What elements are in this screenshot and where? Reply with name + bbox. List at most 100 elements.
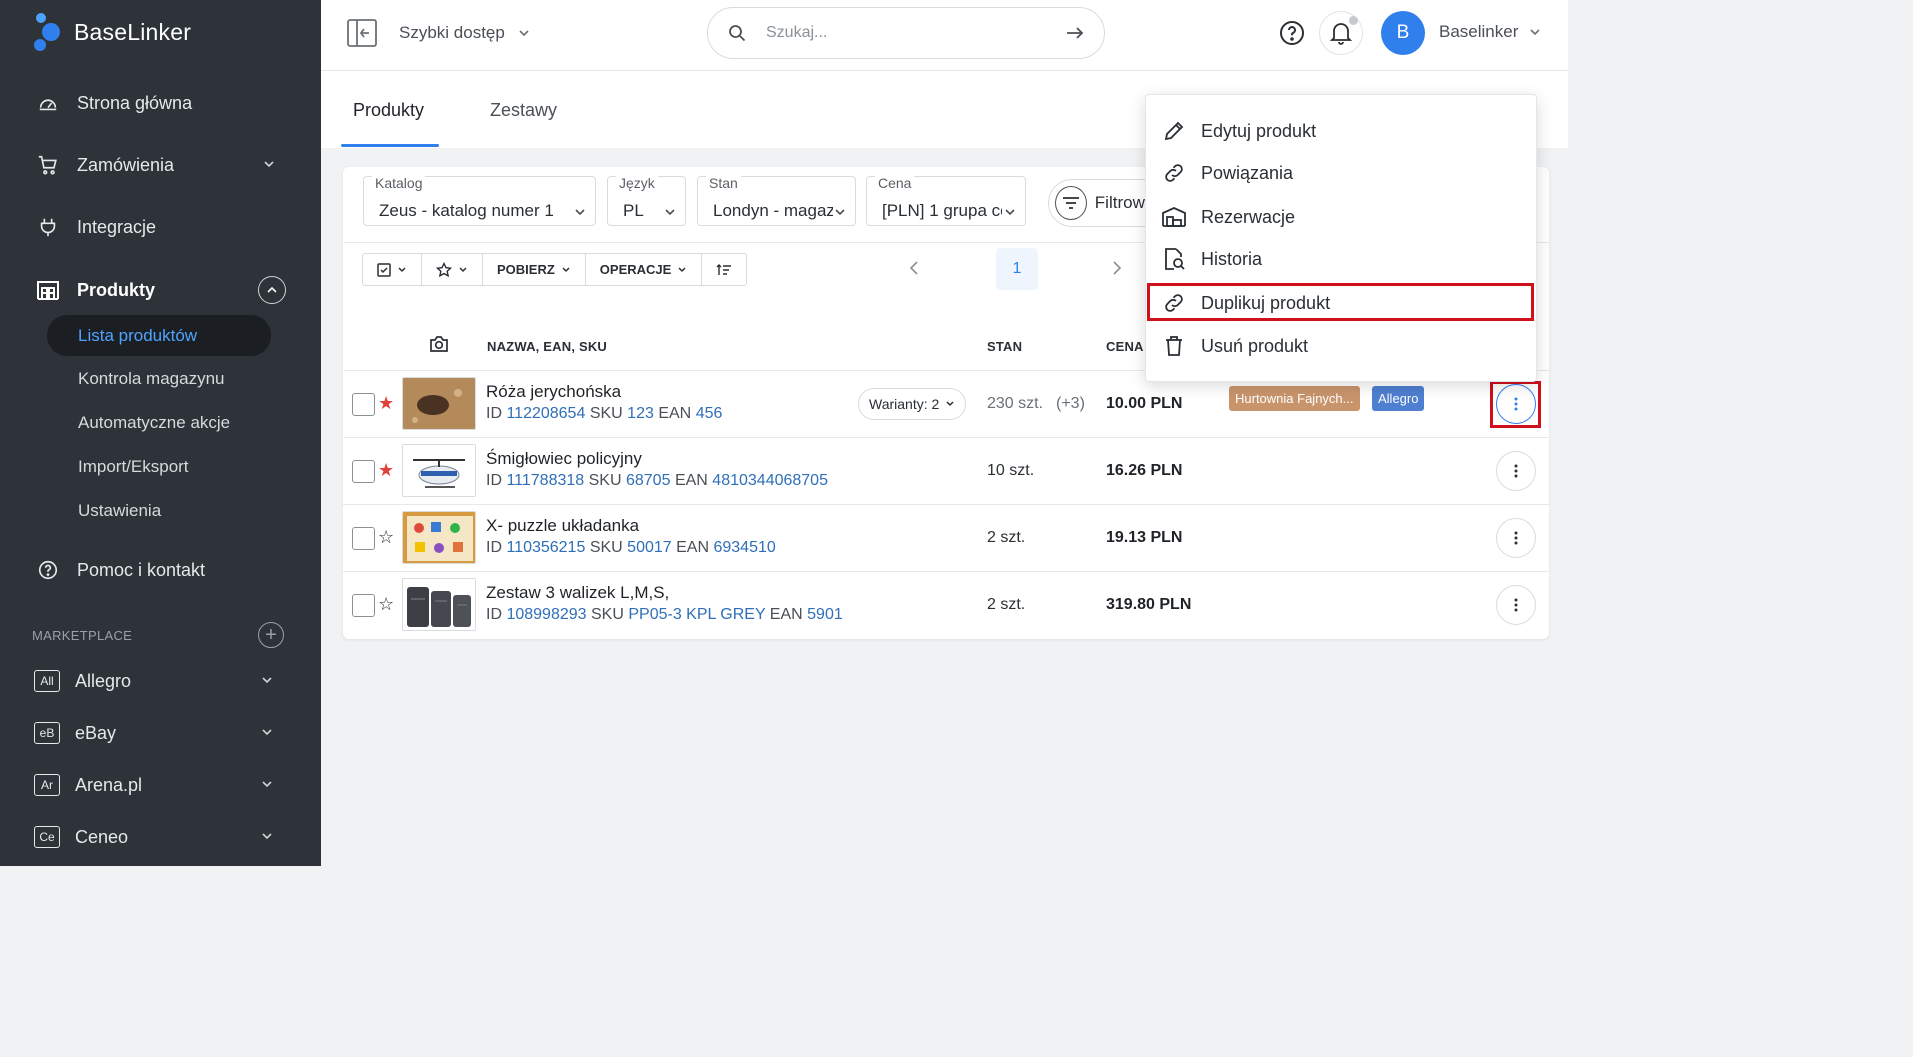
download-dropdown[interactable]: POBIERZ — [483, 254, 586, 285]
menu-item-relations[interactable]: Powiązania — [1146, 153, 1536, 193]
sidebar-item-ceneo[interactable]: Ce Ceneo — [34, 817, 284, 857]
table-row[interactable]: ☆ X- puzzle układanka ID 110356215 SKU 5… — [343, 504, 1549, 571]
tag-wholesale[interactable]: Hurtownia Fajnych... — [1229, 386, 1360, 411]
search-input[interactable] — [766, 24, 1066, 42]
quick-access-dropdown[interactable]: Szybki dostęp — [399, 23, 531, 43]
page-1-button[interactable]: 1 — [996, 248, 1038, 290]
price-value: 10.00 PLN — [1106, 395, 1183, 412]
catalog-select[interactable]: Katalog Zeus - katalog numer 1 — [363, 175, 596, 226]
product-name[interactable]: Róża jerychońska — [486, 382, 621, 402]
sidebar-item-integrations[interactable]: Integracje — [36, 207, 286, 247]
row-actions-button[interactable] — [1496, 518, 1536, 558]
sidebar-subitem-import-export[interactable]: Import/Eksport — [78, 457, 189, 477]
sort-button[interactable] — [702, 254, 746, 285]
product-ean-link[interactable]: 4810344068705 — [712, 472, 828, 489]
product-sku-link[interactable]: 123 — [627, 405, 654, 422]
sidebar-item-help[interactable]: Pomoc i kontakt — [36, 550, 286, 590]
notifications-button[interactable] — [1319, 11, 1363, 55]
column-header-price[interactable]: CENA — [1106, 339, 1144, 354]
star-outline-icon[interactable]: ☆ — [378, 527, 394, 548]
highlight-duplicate-item — [1147, 283, 1534, 321]
sidebar-item-label: Ceneo — [75, 826, 129, 847]
menu-item-edit[interactable]: Edytuj produkt — [1146, 111, 1536, 151]
product-ean-link[interactable]: 6934510 — [713, 539, 775, 556]
menu-item-delete[interactable]: Usuń produkt — [1146, 326, 1536, 366]
product-ean-link[interactable]: 5901 — [807, 606, 843, 623]
sidebar-item-products[interactable]: Produkty — [36, 270, 286, 310]
product-name[interactable]: X- puzzle układanka — [486, 516, 639, 536]
collapse-button[interactable] — [258, 276, 286, 304]
star-filled-icon[interactable]: ★ — [378, 393, 394, 414]
chevron-down-icon — [678, 266, 686, 272]
row-actions-button[interactable] — [1496, 585, 1536, 625]
product-id-link[interactable]: 108998293 — [506, 606, 586, 623]
arrow-right-icon[interactable] — [1066, 26, 1084, 40]
language-select[interactable]: Język PL — [607, 175, 686, 226]
chevron-down-icon — [575, 209, 585, 216]
row-checkbox[interactable] — [352, 393, 375, 416]
sidebar-subitem-stock-control[interactable]: Kontrola magazynu — [78, 369, 224, 389]
column-header-stock[interactable]: STAN — [987, 339, 1022, 354]
ceneo-badge-icon: Ce — [34, 826, 60, 848]
reservation-icon — [1161, 204, 1187, 230]
sidebar-subitem-settings[interactable]: Ustawienia — [78, 501, 161, 521]
help-circle-icon[interactable] — [1279, 20, 1305, 46]
column-header-name[interactable]: NAZWA, EAN, SKU — [487, 339, 607, 354]
tag-allegro[interactable]: Allegro — [1372, 386, 1425, 411]
row-checkbox[interactable] — [352, 527, 375, 550]
more-vertical-icon — [1514, 531, 1518, 545]
sidebar-item-allegro[interactable]: All Allegro — [34, 661, 284, 701]
chevron-left-icon[interactable] — [908, 260, 920, 276]
product-id-link[interactable]: 111788318 — [506, 472, 584, 489]
stock-value: 2 szt. — [987, 529, 1026, 546]
sidebar-item-label: Integracje — [77, 216, 157, 237]
chevron-right-icon[interactable] — [1111, 260, 1123, 276]
panel-toggle-icon[interactable] — [347, 19, 377, 47]
star-dropdown[interactable] — [422, 254, 483, 285]
menu-item-reservations[interactable]: Rezerwacje — [1146, 197, 1536, 237]
row-checkbox[interactable] — [352, 594, 375, 617]
logo[interactable]: BaseLinker — [32, 12, 191, 52]
row-actions-button[interactable] — [1496, 451, 1536, 491]
sidebar-item-dashboard[interactable]: Strona główna — [36, 83, 286, 123]
product-sku-link[interactable]: 68705 — [626, 472, 671, 489]
sidebar-item-label: Arena.pl — [75, 774, 143, 795]
sidebar-subitem-product-list[interactable]: Lista produktów — [47, 315, 271, 356]
user-menu[interactable]: Baselinker — [1439, 22, 1542, 42]
variants-dropdown[interactable]: Warianty: 2 — [858, 388, 967, 420]
product-sku-link[interactable]: 50017 — [627, 539, 672, 556]
product-ean-link[interactable]: 456 — [696, 405, 723, 422]
product-thumbnail[interactable] — [402, 444, 476, 497]
product-thumbnail[interactable] — [402, 511, 476, 564]
avatar[interactable]: B — [1381, 11, 1425, 55]
sidebar-subitem-automatic-actions[interactable]: Automatyczne akcje — [78, 413, 230, 433]
product-sku-link[interactable]: PP05-3 KPL GREY — [628, 606, 765, 623]
tab-sets[interactable]: Zestawy — [490, 100, 557, 121]
add-marketplace-button[interactable]: + — [258, 622, 284, 648]
table-row[interactable]: ☆ Zestaw 3 walizek L,M,S, ID 108998293 S… — [343, 571, 1549, 638]
product-name[interactable]: Zestaw 3 walizek L,M,S, — [486, 583, 669, 603]
row-checkbox[interactable] — [352, 460, 375, 483]
product-name[interactable]: Śmigłowiec policyjny — [486, 449, 642, 469]
chevron-down-icon — [262, 729, 272, 736]
select-all-dropdown[interactable] — [363, 254, 422, 285]
table-row[interactable]: ★ Śmigłowiec policyjny ID 111788318 SKU … — [343, 437, 1549, 504]
star-outline-icon[interactable]: ☆ — [378, 594, 394, 615]
sidebar-item-arena[interactable]: Ar Arena.pl — [34, 765, 284, 805]
quick-access-label: Szybki dostęp — [399, 23, 505, 42]
product-thumbnail[interactable] — [402, 578, 476, 631]
product-id-link[interactable]: 110356215 — [506, 539, 585, 556]
help-icon — [36, 558, 60, 582]
tab-products[interactable]: Produkty — [353, 100, 424, 121]
product-id-link[interactable]: 112208654 — [506, 405, 585, 422]
stock-select[interactable]: Stan Londyn - magazyn — [697, 175, 856, 226]
price-select[interactable]: Cena [PLN] 1 grupa cenowa — [866, 175, 1026, 226]
sidebar-item-orders[interactable]: Zamówienia — [36, 145, 286, 185]
product-thumbnail[interactable] — [402, 377, 476, 430]
menu-item-history[interactable]: Historia — [1146, 239, 1536, 279]
sidebar-item-ebay[interactable]: eB eBay — [34, 713, 284, 753]
operations-dropdown[interactable]: OPERACJE — [586, 254, 703, 285]
sidebar-item-label: Zamówienia — [77, 154, 175, 175]
baselinker-logo-icon — [34, 13, 60, 51]
star-filled-icon[interactable]: ★ — [378, 460, 394, 481]
